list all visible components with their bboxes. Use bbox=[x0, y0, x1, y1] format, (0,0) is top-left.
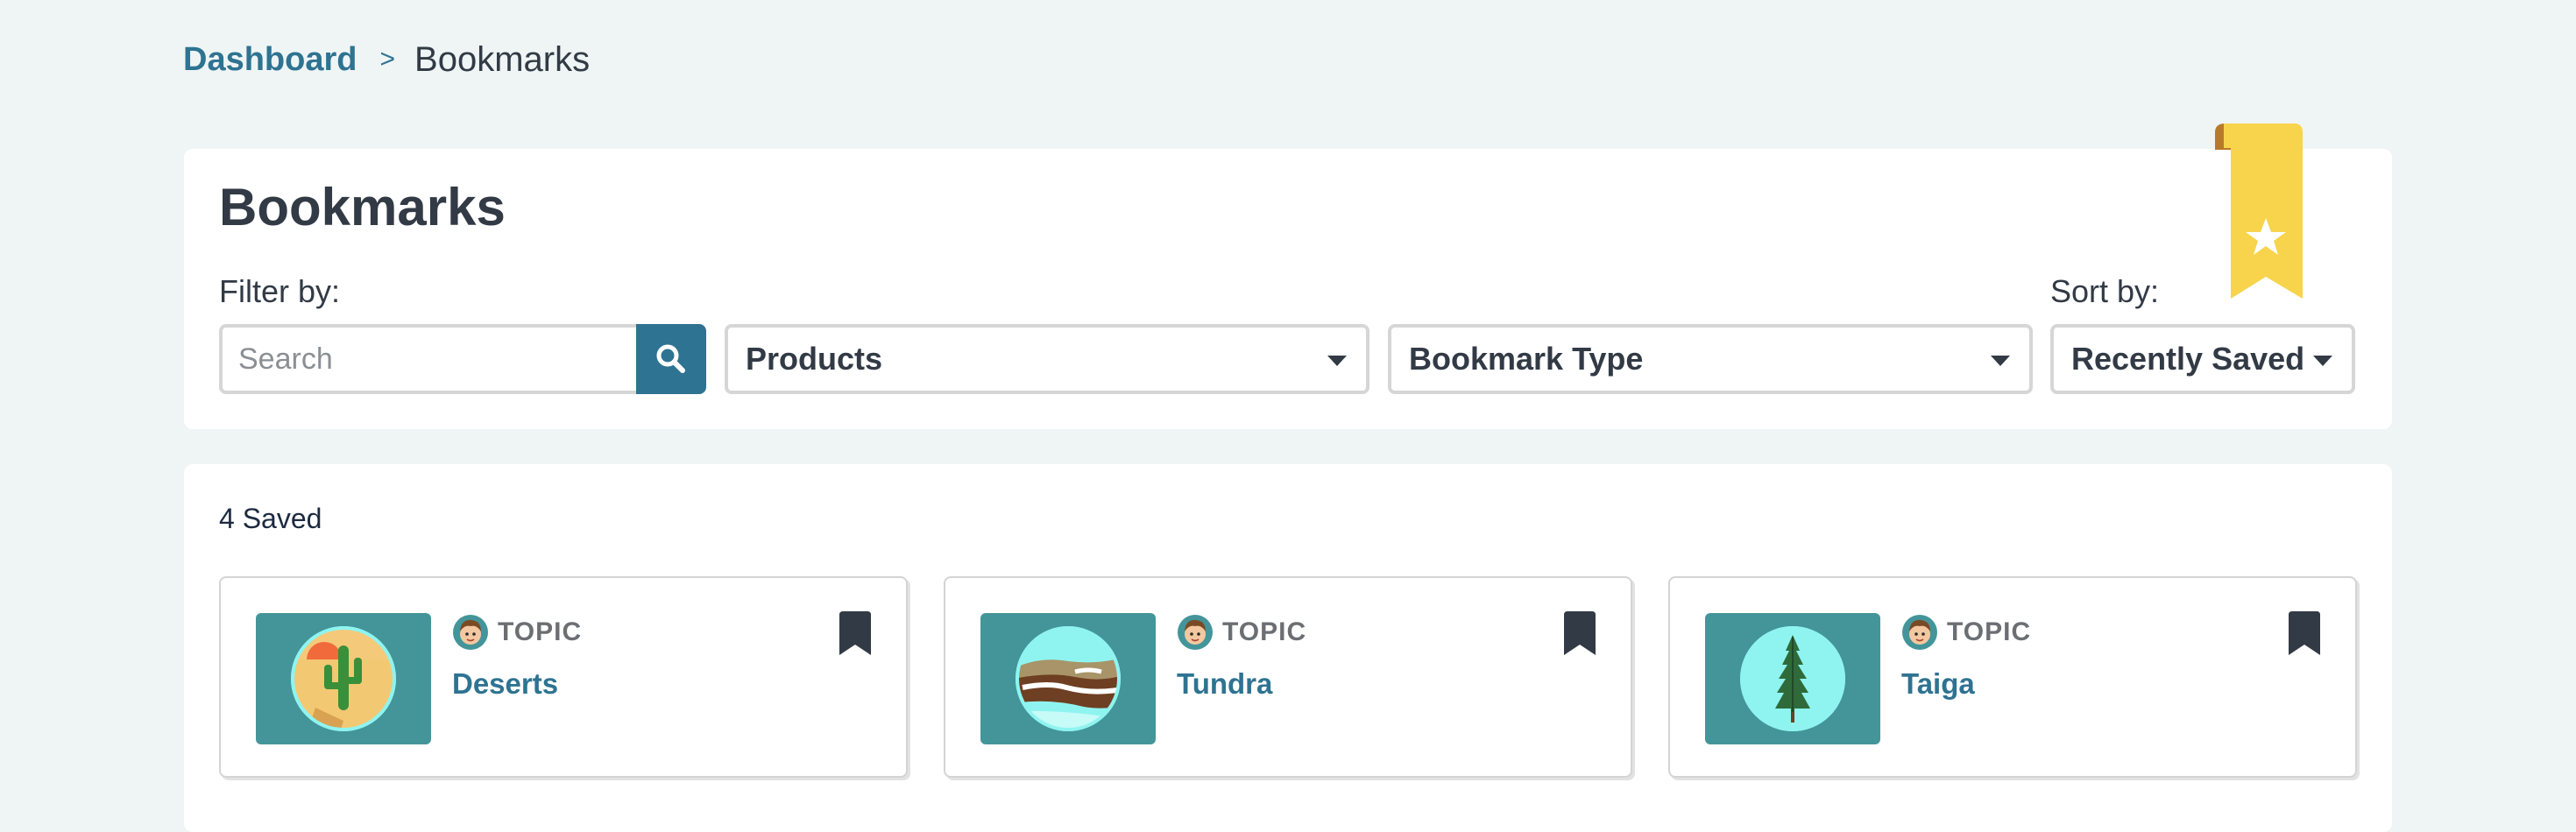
sort-by-label: Sort by: bbox=[2050, 273, 2160, 309]
search-group bbox=[219, 324, 706, 394]
search-icon bbox=[656, 344, 685, 373]
search-button[interactable] bbox=[636, 324, 706, 394]
breadcrumb-dashboard-link[interactable]: Dashboard bbox=[183, 41, 357, 79]
card-type-row: TOPIC bbox=[1901, 613, 2031, 652]
card-type-label: TOPIC bbox=[498, 617, 583, 646]
products-select[interactable]: Products bbox=[725, 324, 1369, 394]
card-type-label: TOPIC bbox=[1222, 617, 1307, 646]
breadcrumb: Dashboard > Bookmarks bbox=[183, 39, 590, 81]
bookmark-card[interactable]: TOPIC Tundra bbox=[944, 576, 1632, 778]
page-title: Bookmarks bbox=[219, 178, 506, 236]
card-title[interactable]: Taiga bbox=[1901, 667, 1975, 701]
filter-panel: Bookmarks Filter by: Products Bookmark T… bbox=[184, 149, 2392, 429]
card-type-label: TOPIC bbox=[1947, 617, 2032, 646]
bookmark-card[interactable]: TOPIC Taiga bbox=[1668, 576, 2357, 778]
card-thumbnail bbox=[256, 613, 431, 744]
bookmark-card[interactable]: TOPIC Deserts bbox=[219, 576, 908, 778]
card-thumbnail bbox=[1705, 613, 1880, 744]
chevron-down-icon bbox=[1327, 356, 1347, 366]
sort-select-value: Recently Saved bbox=[2071, 341, 2305, 377]
card-title[interactable]: Tundra bbox=[1177, 667, 1272, 701]
breadcrumb-current: Bookmarks bbox=[414, 39, 591, 79]
chevron-down-icon bbox=[1991, 356, 2010, 366]
filter-by-label: Filter by: bbox=[219, 273, 341, 309]
tundra-landscape-icon bbox=[1016, 626, 1121, 731]
sort-select[interactable]: Recently Saved bbox=[2050, 324, 2355, 394]
bookmark-type-select[interactable]: Bookmark Type bbox=[1388, 324, 2033, 394]
taiga-tree-icon bbox=[1740, 626, 1845, 731]
breadcrumb-separator: > bbox=[379, 45, 396, 74]
card-type-row: TOPIC bbox=[1177, 613, 1306, 652]
user-avatar-icon bbox=[1178, 615, 1213, 650]
user-avatar-icon bbox=[1902, 615, 1937, 650]
bookmark-icon[interactable] bbox=[1562, 611, 1597, 657]
card-type-row: TOPIC bbox=[452, 613, 582, 652]
card-thumbnail bbox=[980, 613, 1156, 744]
bookmark-icon[interactable] bbox=[838, 611, 873, 657]
results-panel: 4 Saved TOPIC Deserts TOPIC Tundra TOPIC… bbox=[184, 464, 2392, 832]
saved-count: 4 Saved bbox=[219, 503, 322, 534]
products-select-label: Products bbox=[746, 341, 883, 377]
search-input[interactable] bbox=[219, 324, 636, 394]
card-title[interactable]: Deserts bbox=[452, 667, 558, 701]
bookmark-icon[interactable] bbox=[2287, 611, 2322, 657]
bookmark-type-select-label: Bookmark Type bbox=[1409, 341, 1644, 377]
user-avatar-icon bbox=[453, 615, 488, 650]
bookmark-ribbon-star-icon bbox=[2215, 123, 2303, 299]
desert-cactus-icon bbox=[291, 626, 396, 731]
chevron-down-icon bbox=[2313, 356, 2332, 366]
